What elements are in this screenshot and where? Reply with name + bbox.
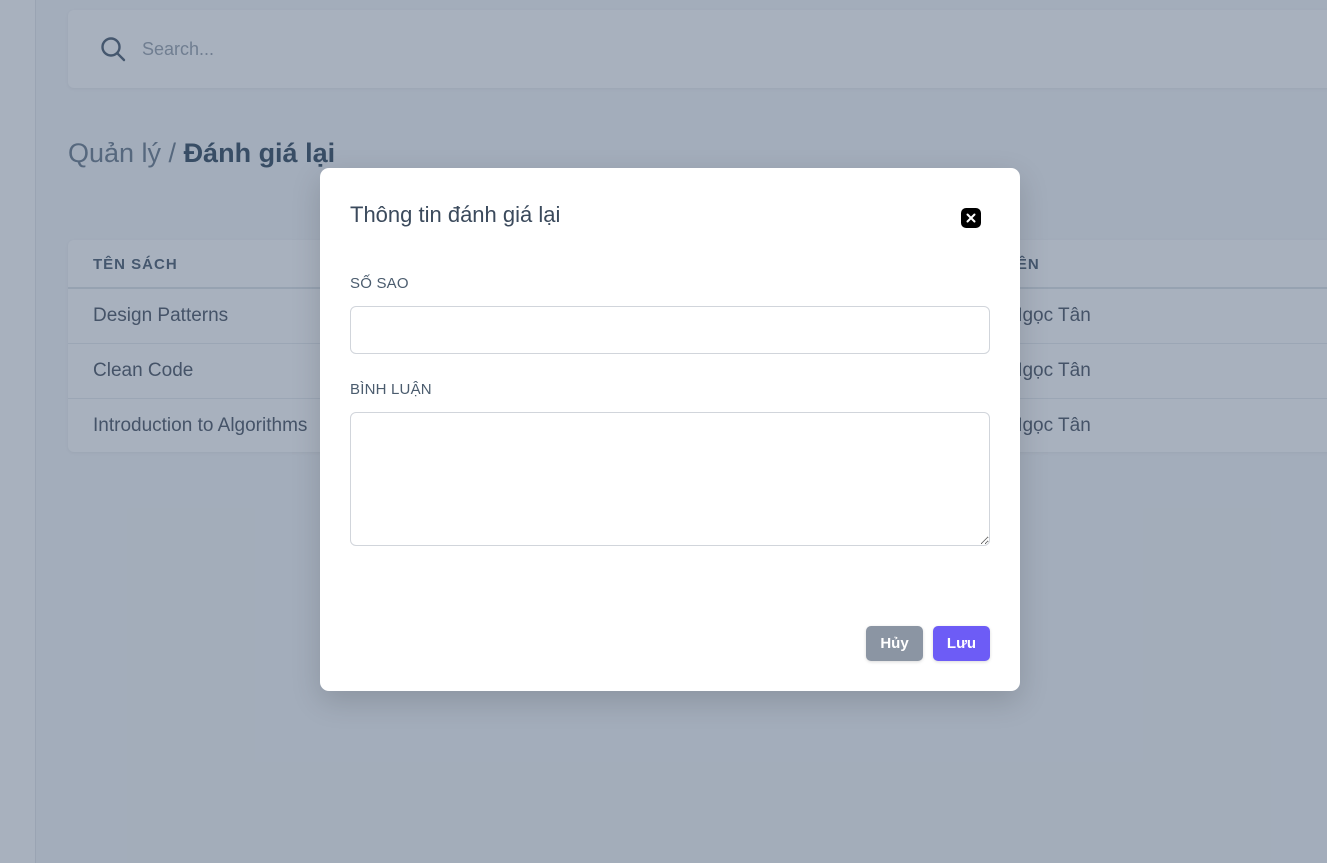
save-button[interactable]: Lưu (933, 626, 990, 661)
stars-label: SỐ SAO (350, 275, 409, 292)
modal-title: Thông tin đánh giá lại (350, 202, 561, 227)
comment-label: BÌNH LUẬN (350, 381, 432, 398)
close-icon (966, 213, 976, 223)
close-button[interactable] (961, 208, 981, 228)
cancel-button[interactable]: Hủy (866, 626, 923, 661)
comment-textarea[interactable] (350, 412, 990, 546)
app: Quản lý / Đánh giá lại TÊN SÁCH THÀNH VI… (0, 0, 1327, 863)
stars-input[interactable] (350, 306, 990, 354)
review-modal: Thông tin đánh giá lại SỐ SAO BÌNH LUẬN … (320, 168, 1020, 691)
